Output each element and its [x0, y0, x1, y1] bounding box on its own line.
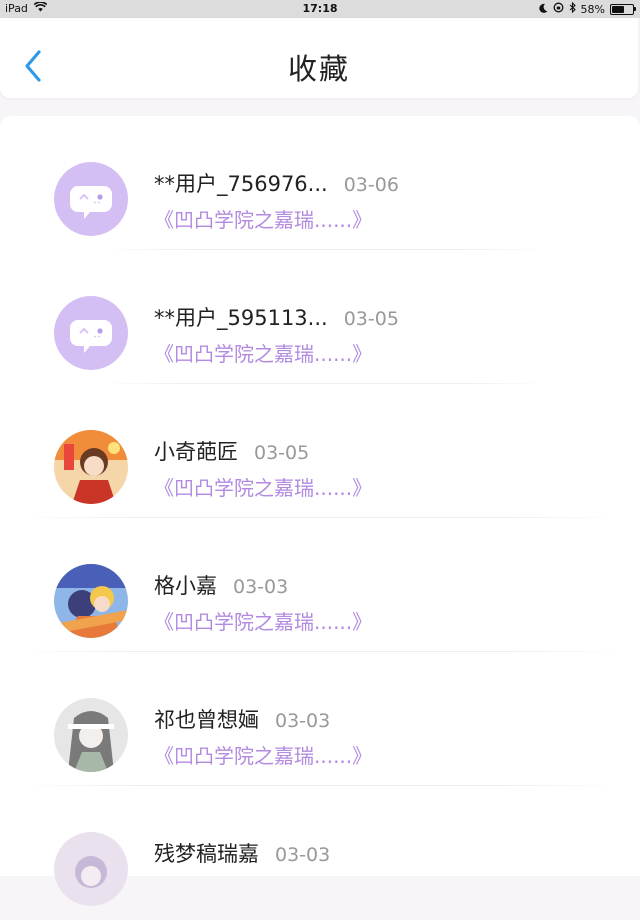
user-name: 格小嘉 [154, 574, 217, 598]
favorite-date: 03-03 [275, 844, 331, 866]
user-name: 残梦稿瑞嘉 [154, 842, 259, 866]
work-title-link[interactable]: 《凹凸学院之嘉瑞......》 [154, 740, 372, 769]
battery-icon [610, 3, 636, 15]
default-avatar [54, 162, 128, 236]
favorite-date: 03-03 [233, 576, 289, 598]
user-photo [54, 430, 128, 504]
favorite-user: **用户_595113... 03-05 [154, 302, 399, 332]
moon-icon [538, 3, 548, 16]
list-item[interactable]: 格小嘉 03-03 《凹凸学院之嘉瑞......》 [0, 518, 640, 652]
battery-percent: 58% [580, 2, 605, 16]
status-bar: iPad 17:18 58% [0, 0, 640, 18]
user-name: 祁也曾想婳 [154, 708, 259, 732]
list-item[interactable]: 残梦稿瑞嘉 03-03 [0, 786, 640, 920]
user-avatar [54, 832, 128, 906]
favorites-list: **用户_756976... 03-06 《凹凸学院之嘉瑞......》 **用户… [0, 116, 640, 906]
list-item[interactable]: **用户_756976... 03-06 《凹凸学院之嘉瑞......》 [0, 116, 640, 250]
list-item[interactable]: 小奇葩匠 03-05 《凹凸学院之嘉瑞......》 [0, 384, 640, 518]
user-name: **用户_595113... [154, 306, 328, 330]
status-right: 58% [538, 1, 636, 16]
favorite-date: 03-05 [254, 442, 310, 464]
list-item[interactable]: 祁也曾想婳 03-03 《凹凸学院之嘉瑞......》 [0, 652, 640, 786]
work-title-link[interactable]: 《凹凸学院之嘉瑞......》 [154, 606, 372, 635]
nav-bar: 收藏 [0, 18, 638, 98]
favorite-user: 格小嘉 03-03 [154, 570, 288, 600]
list-item[interactable]: **用户_595113... 03-05 《凹凸学院之嘉瑞......》 [0, 250, 640, 384]
rotation-lock-icon [553, 2, 564, 16]
favorite-date: 03-03 [275, 710, 331, 732]
user-photo [54, 698, 128, 772]
favorite-date: 03-05 [343, 308, 399, 330]
user-avatar [54, 564, 128, 638]
bluetooth-icon [569, 1, 576, 16]
favorite-user: 小奇葩匠 03-05 [154, 436, 309, 466]
user-avatar [54, 430, 128, 504]
user-avatar [54, 698, 128, 772]
chat-bubble-icon [70, 320, 112, 353]
favorite-user: **用户_756976... 03-06 [154, 168, 399, 198]
user-name: 小奇葩匠 [154, 440, 238, 464]
favorite-user: 祁也曾想婳 03-03 [154, 704, 330, 734]
user-photo [54, 832, 128, 906]
user-photo [54, 564, 128, 638]
work-title-link[interactable]: 《凹凸学院之嘉瑞......》 [154, 338, 372, 367]
chat-bubble-icon [70, 186, 112, 219]
work-title-link[interactable]: 《凹凸学院之嘉瑞......》 [154, 204, 372, 233]
work-title-link[interactable]: 《凹凸学院之嘉瑞......》 [154, 472, 372, 501]
favorite-user: 残梦稿瑞嘉 03-03 [154, 838, 330, 868]
default-avatar [54, 296, 128, 370]
favorite-date: 03-06 [343, 174, 399, 196]
page-title: 收藏 [287, 52, 350, 86]
user-name: **用户_756976... [154, 172, 328, 196]
